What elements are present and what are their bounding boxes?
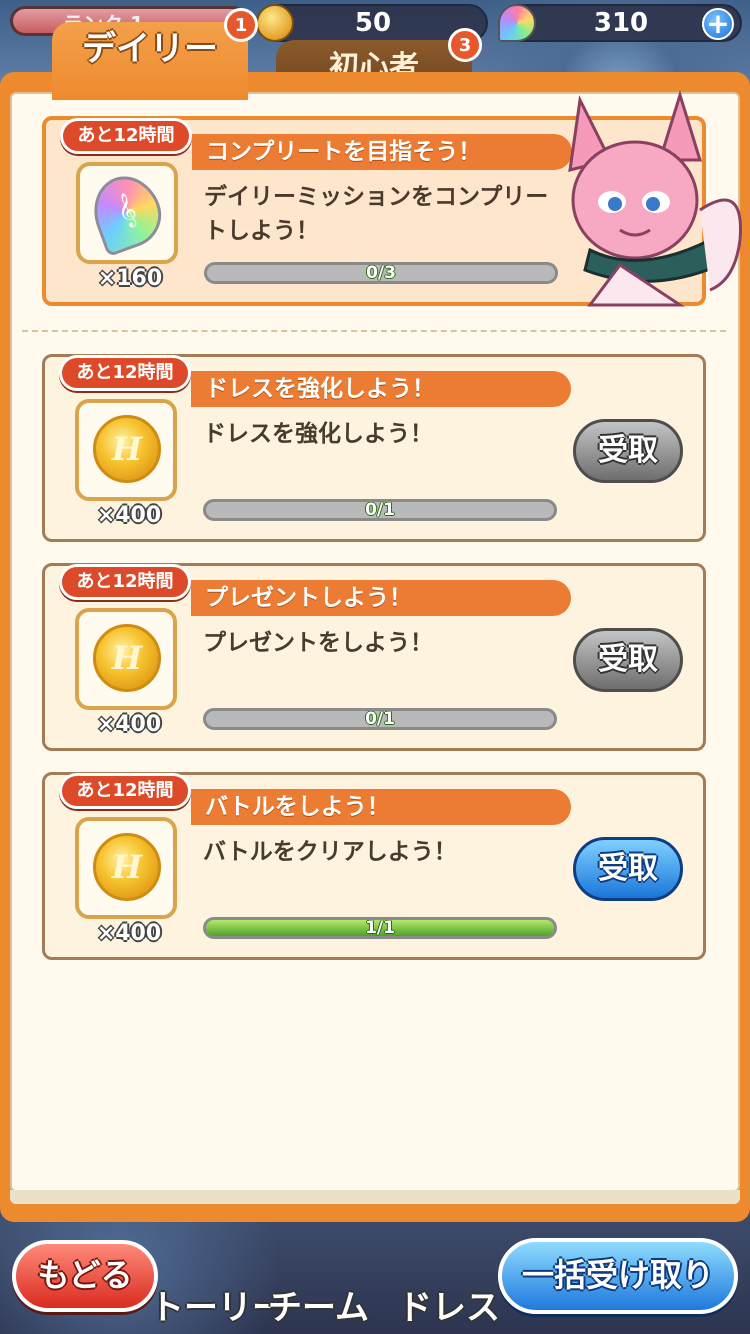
coin-count: 50 [354, 8, 392, 38]
gem-counter: 310 + [498, 4, 742, 42]
tab-daily[interactable]: デイリー [52, 22, 248, 100]
back-button[interactable]: もどる [12, 1240, 158, 1312]
tab-beginner-badge: 3 [448, 28, 482, 62]
tab-daily-label: デイリー [82, 29, 218, 69]
receive-button[interactable]: 受取 [573, 628, 683, 692]
nav-story[interactable]: トーリー [150, 1280, 286, 1329]
receive-button[interactable]: 受取 [573, 837, 683, 901]
panel-paper-edge [10, 1190, 740, 1204]
coin-icon [256, 4, 294, 42]
gem-icon [498, 4, 536, 42]
receive-button[interactable]: 受取 [573, 419, 683, 483]
gem-count: 310 [593, 8, 649, 38]
nav-dress[interactable]: ドレス [398, 1280, 500, 1329]
add-gems-button[interactable]: + [702, 8, 734, 40]
tab-daily-badge: 1 [224, 8, 258, 42]
claim-all-button[interactable]: 一括受け取り [498, 1238, 738, 1314]
nav-team[interactable]: チーム [268, 1280, 369, 1329]
